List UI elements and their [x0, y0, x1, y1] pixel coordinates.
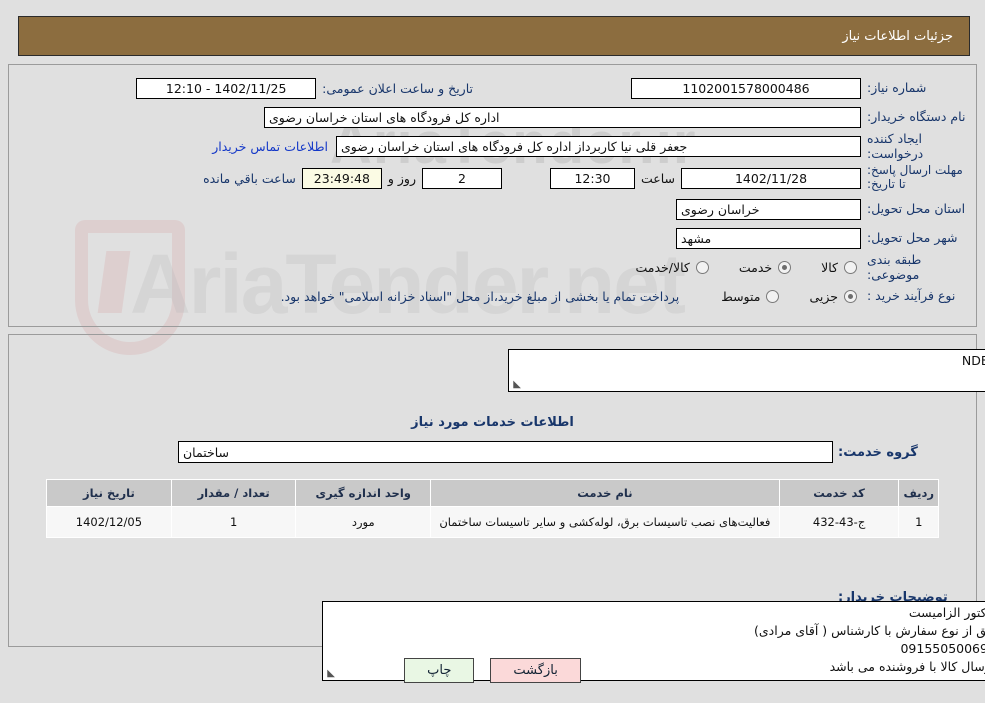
days-remaining-value: 2	[421, 167, 502, 189]
hour-label: ساعت	[640, 170, 675, 186]
creator-label: ایجاد کننده درخواست:	[867, 131, 924, 161]
buyer-org-label: نام دستگاه خریدار:	[867, 109, 966, 125]
need-desc-value: بازویی کردن درب ورودی سایت NDB	[961, 353, 985, 368]
radio-category-1[interactable]	[778, 261, 792, 274]
action-button-bar: بازگشت چاپ	[0, 658, 985, 683]
services-table-wrapper: ردیف کد خدمت نام خدمت واحد اندازه گیری ت…	[46, 479, 939, 539]
th-index: ردیف	[898, 479, 939, 507]
radio-process-1-label: متوسط	[721, 289, 761, 304]
city-value: مشهد	[676, 228, 861, 249]
deadline-date-value: 1402/11/28	[681, 167, 861, 189]
buyer-org-value: اداره کل فرودگاه های استان خراسان رضوی	[264, 107, 861, 128]
radio-category-1-label: خدمت	[738, 260, 773, 275]
deadline-label: مهلت ارسال پاسخ: تا تاریخ:	[867, 163, 963, 191]
table-row: 1 ج-43-432 فعالیت‌های نصب تاسیسات برق، ل…	[46, 505, 939, 539]
cell-index: 1	[898, 505, 939, 539]
th-quantity: تعداد / مقدار	[170, 479, 297, 507]
resize-handle-icon[interactable]: ◣	[511, 380, 521, 390]
need-number-label: شماره نیاز:	[867, 80, 927, 96]
th-code: کد خدمت	[778, 479, 900, 507]
radio-category-0[interactable]	[844, 261, 857, 274]
radio-category-2-label: کالا/خدمت	[635, 260, 690, 275]
countdown-value: 23:49:48	[301, 167, 382, 189]
announce-datetime-label: تاریخ و ساعت اعلان عمومی:	[322, 81, 473, 96]
back-button[interactable]: بازگشت	[490, 658, 581, 683]
buyer-note-line-0: پیوست پیش فاکتور الزامیست	[908, 605, 985, 620]
services-section-title: اطلاعات خدمات مورد نیاز	[411, 415, 574, 430]
radio-category-2[interactable]	[695, 261, 709, 274]
cell-quantity: 1	[170, 505, 297, 539]
radio-process-0-label: جزیی	[809, 289, 838, 304]
need-number-value: 1102001578000486	[631, 78, 861, 99]
page-title: جزئیات اطلاعات نیاز	[842, 28, 953, 44]
buyer-note-line-1: جهت اطلاع دقیق از نوع سفارش با کارشناس (…	[754, 623, 985, 639]
cell-unit: مورد	[295, 505, 432, 539]
row-buyer-org: نام دستگاه خریدار: اداره کل فرودگاه های …	[0, 103, 985, 132]
print-button[interactable]: چاپ	[404, 658, 475, 683]
process-label: نوع فرآیند خرید :	[867, 288, 956, 304]
page-root: AriaTender.net AriaTender.ir جزئیات اطلا…	[0, 0, 985, 703]
cell-name: فعالیت‌های نصب تاسیسات برق، لوله‌کشی و س…	[430, 505, 780, 539]
row-city: شهر محل تحویل: مشهد	[0, 224, 985, 253]
radio-process-0[interactable]	[844, 290, 857, 303]
province-label: استان محل تحویل:	[867, 201, 966, 217]
process-radio-group: جزیی متوسط	[721, 289, 861, 304]
city-label: شهر محل تحویل:	[861, 231, 971, 245]
creator-value: جعفر قلی نیا کاربرداز اداره کل فرودگاه ه…	[336, 136, 861, 157]
category-label: طبقه بندی موضوعی:	[867, 252, 922, 282]
table-header-row: ردیف کد خدمت نام خدمت واحد اندازه گیری ت…	[46, 479, 939, 507]
category-radio-group: کالا خدمت کالا/خدمت	[635, 260, 861, 275]
th-need-date: تاریخ نیاز	[46, 479, 172, 507]
radio-category-0-label: کالا	[821, 260, 838, 275]
payment-note: پرداخت تمام یا بخشی از مبلغ خرید،از محل …	[280, 289, 680, 304]
th-unit: واحد اندازه گیری	[295, 479, 432, 507]
cell-need-date: 1402/12/05	[46, 505, 172, 539]
province-value: خراسان رضوی	[676, 199, 861, 220]
need-info-form: شماره نیاز: 1102001578000486 تاریخ و ساع…	[0, 64, 985, 311]
countdown-suffix-label: ساعت باقي مانده	[203, 170, 296, 186]
days-suffix-label: روز و	[387, 170, 416, 186]
row-province: استان محل تحویل: خراسان رضوی	[0, 195, 985, 224]
th-name: نام خدمت	[430, 479, 780, 507]
need-desc-textarea[interactable]: بازویی کردن درب ورودی سایت NDB ◣	[508, 349, 985, 392]
cell-code: ج-43-432	[778, 505, 900, 539]
buyer-note-line-2: شماره تماس :09155050069	[900, 641, 985, 657]
window-title-bar: جزئیات اطلاعات نیاز	[18, 16, 970, 56]
announce-datetime-value: 1402/11/25 - 12:10	[136, 78, 317, 99]
row-creator: ایجاد کننده درخواست: جعفر قلی نیا کاربرد…	[0, 131, 985, 161]
services-table: ردیف کد خدمت نام خدمت واحد اندازه گیری ت…	[46, 479, 939, 539]
deadline-hour-value: 12:30	[549, 167, 635, 189]
service-group-label: گروه خدمت:	[838, 445, 918, 460]
service-group-value: ساختمان	[178, 441, 833, 463]
radio-process-1[interactable]	[766, 290, 780, 303]
city-label-text: شهر محل تحویل:	[867, 230, 958, 246]
row-category: طبقه بندی موضوعی: کالا خدمت کالا/خدمت	[0, 252, 985, 282]
row-process-type: نوع فرآیند خرید : جزیی متوسط پرداخت تمام…	[0, 282, 985, 311]
buyer-contact-link[interactable]: اطلاعات تماس خریدار	[204, 139, 336, 154]
row-deadline: مهلت ارسال پاسخ: تا تاریخ: 1402/11/28 سا…	[0, 161, 985, 195]
row-need-number: شماره نیاز: 1102001578000486 تاریخ و ساع…	[0, 74, 985, 103]
